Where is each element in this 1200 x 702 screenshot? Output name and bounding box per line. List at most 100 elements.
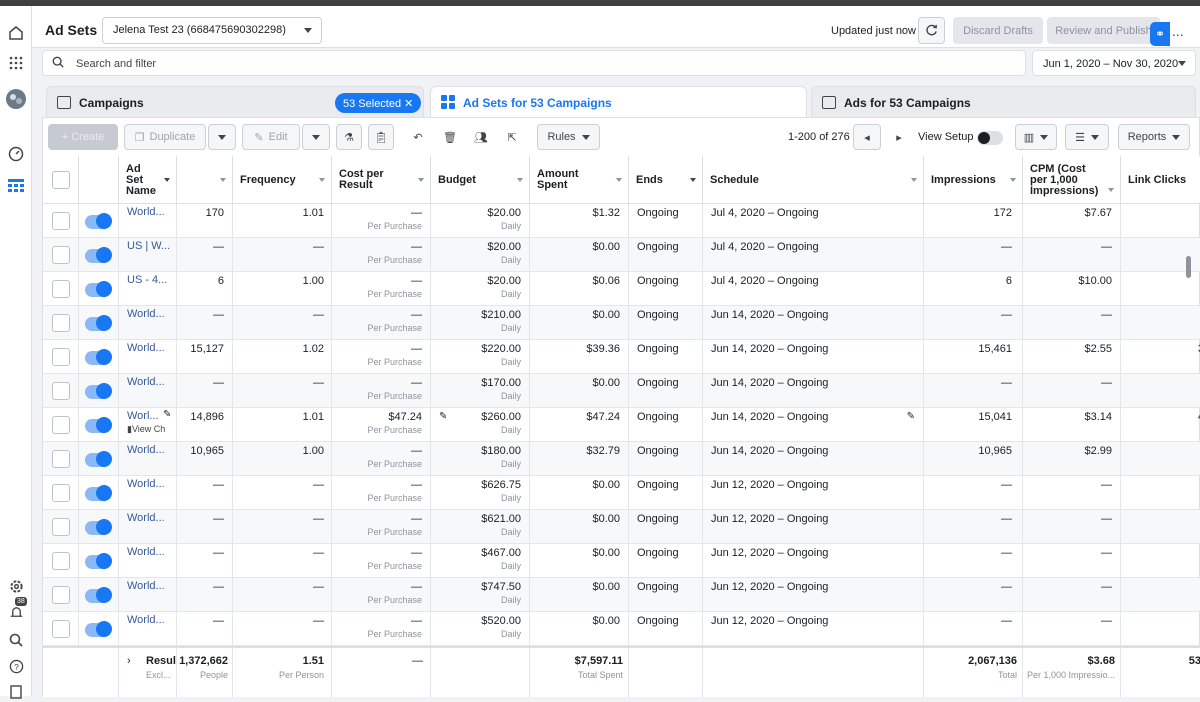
review-publish-button[interactable]: Review and Publish (1047, 17, 1160, 44)
ad-set-name-link[interactable]: World... (127, 444, 165, 456)
column-header-name[interactable]: Ad Set Name (119, 156, 177, 204)
table-row[interactable]: US | W... — — — Per Purchase $20.00 Daily $0.00… (43, 238, 1200, 272)
table-row[interactable]: Worl... ✎ ▮View Ch 14,896 1.01 $47.24 Per Purc… (43, 408, 1200, 442)
ad-set-on-off-toggle[interactable] (85, 553, 112, 569)
ad-set-on-off-toggle[interactable] (85, 519, 112, 535)
more-options-button[interactable]: ... (1172, 23, 1184, 39)
undo-icon[interactable]: ↶ (406, 124, 430, 150)
settings-gear-icon[interactable] (6, 576, 26, 596)
row-checkbox[interactable] (52, 314, 70, 332)
table-row[interactable]: World... — — — Per Purchase $210.00 Daily $0.00… (43, 306, 1200, 340)
select-all-checkbox[interactable] (52, 171, 70, 189)
discard-drafts-button[interactable]: Discard Drafts (953, 17, 1043, 44)
ad-set-name-link[interactable]: World... (127, 512, 165, 524)
ad-set-on-off-toggle[interactable] (85, 247, 112, 263)
row-checkbox[interactable] (52, 620, 70, 638)
column-header-cpm[interactable]: CPM (Cost per 1,000 Impressions) (1023, 156, 1121, 204)
ad-set-on-off-toggle[interactable] (85, 485, 112, 501)
breakdown-button[interactable]: ☰ (1065, 124, 1109, 150)
view-setup-toggle[interactable] (977, 131, 1003, 145)
clipboard-icon[interactable]: 📋︎ (368, 124, 394, 150)
tab-ads[interactable]: Ads for 53 Campaigns (811, 86, 1196, 118)
ad-set-name-link[interactable]: World... (127, 206, 165, 218)
row-checkbox[interactable] (52, 586, 70, 604)
row-checkbox[interactable] (52, 382, 70, 400)
view-charts-link[interactable]: ▮View Ch (127, 424, 165, 435)
tab-campaigns[interactable]: Campaigns 53 Selected ✕ (46, 86, 424, 118)
row-checkbox[interactable] (52, 280, 70, 298)
apps-grid-icon[interactable] (6, 53, 26, 73)
ad-set-name-link[interactable]: World... (127, 614, 165, 626)
duplicate-button[interactable]: ❐ Duplicate (124, 124, 206, 150)
column-header-frequency[interactable]: Frequency (233, 156, 332, 204)
ab-test-flask-icon[interactable]: ⚗ (336, 124, 362, 150)
table-row[interactable]: World... — — — Per Purchase $170.00 Daily $0.00… (43, 374, 1200, 408)
ad-set-name-link[interactable]: World... (127, 580, 165, 592)
table-row[interactable]: World... — — — Per Purchase $747.50 Daily $0.00… (43, 578, 1200, 612)
row-checkbox[interactable] (52, 552, 70, 570)
row-checkbox[interactable] (52, 484, 70, 502)
help-icon[interactable]: ? (6, 656, 26, 676)
row-checkbox[interactable] (52, 518, 70, 536)
ad-set-on-off-toggle[interactable] (85, 417, 112, 433)
column-header-budget[interactable]: Budget (431, 156, 530, 204)
edit-dropdown-button[interactable] (302, 124, 330, 150)
column-header-schedule[interactable]: Schedule (703, 156, 924, 204)
expand-icon[interactable]: › (127, 655, 131, 667)
pencil-icon[interactable]: ✎ (907, 411, 915, 422)
ad-set-name-link[interactable]: US | W... (127, 240, 170, 252)
ad-set-name-link[interactable]: World... (127, 342, 165, 354)
notifications-bell-icon[interactable]: 38 (6, 597, 27, 622)
row-checkbox[interactable] (52, 212, 70, 230)
date-range-picker[interactable]: Jun 1, 2020 – Nov 30, 2020 (1032, 50, 1196, 76)
home-icon[interactable] (6, 23, 26, 43)
table-view-icon[interactable] (6, 176, 26, 196)
export-icon[interactable]: ⇱ (500, 124, 524, 150)
ad-set-on-off-toggle[interactable] (85, 621, 112, 637)
column-header-link-clicks[interactable]: Link Clicks (1121, 156, 1200, 204)
table-row[interactable]: US - 4... 6 1.00— Per Purchase $20.00 Daily $0… (43, 272, 1200, 306)
ad-set-on-off-toggle[interactable] (85, 315, 112, 331)
table-row[interactable]: World... 10,965 1.00— Per Purchase $180.00 Da… (43, 442, 1200, 476)
ad-set-name-link[interactable]: Worl... (127, 410, 159, 422)
table-row[interactable]: World... — — — Per Purchase $621.00 Daily $0.00… (43, 510, 1200, 544)
search-filter-bar[interactable]: Search and filter (42, 50, 1026, 76)
ad-set-name-link[interactable]: World... (127, 308, 165, 320)
column-header-ends[interactable]: Ends (629, 156, 703, 204)
next-page-button[interactable]: ▸ (885, 124, 913, 150)
table-row[interactable]: World... — — — Per Purchase $626.75 Daily $0.00… (43, 476, 1200, 510)
pencil-icon[interactable]: ✎ (163, 409, 171, 420)
column-header-amount-spent[interactable]: Amount Spent (530, 156, 629, 204)
ad-set-on-off-toggle[interactable] (85, 349, 112, 365)
pencil-icon[interactable]: ✎ (439, 411, 447, 422)
ad-set-name-link[interactable]: World... (127, 478, 165, 490)
ad-set-name-link[interactable]: World... (127, 546, 165, 558)
dashboard-gauge-icon[interactable] (6, 144, 26, 164)
column-header-impressions[interactable]: Impressions (924, 156, 1023, 204)
avatar[interactable] (6, 89, 26, 109)
search-input[interactable]: Search and filter (76, 58, 156, 70)
table-row[interactable]: World... 15,127 1.02— Per Purchase $220.00 Da… (43, 340, 1200, 374)
row-checkbox[interactable] (52, 246, 70, 264)
prev-page-button[interactable]: ◂ (853, 124, 881, 150)
trash-icon[interactable]: 🗑︎ (438, 124, 462, 150)
table-row[interactable]: World... — — — Per Purchase $520.00 Daily $0.00… (43, 612, 1200, 646)
ad-set-on-off-toggle[interactable] (85, 451, 112, 467)
refresh-button[interactable] (918, 17, 945, 44)
vertical-scrollbar[interactable] (1186, 256, 1191, 278)
column-header-reach[interactable] (177, 156, 233, 204)
reports-button[interactable]: Reports (1118, 124, 1190, 150)
duplicate-dropdown-button[interactable] (208, 124, 236, 150)
search-icon[interactable] (6, 630, 26, 650)
ad-set-on-off-toggle[interactable] (85, 213, 112, 229)
row-checkbox[interactable] (52, 348, 70, 366)
edit-button[interactable]: ✎ Edit (242, 124, 300, 150)
ad-set-name-link[interactable]: World... (127, 376, 165, 388)
audience-icon[interactable]: 👥︎ (469, 124, 493, 150)
column-header-cost-per-result[interactable]: Cost per Result (332, 156, 431, 204)
table-row[interactable]: World... 170 1.01— Per Purchase $20.00 Daily $… (43, 204, 1200, 238)
ad-set-on-off-toggle[interactable] (85, 587, 112, 603)
report-sheet-icon[interactable] (6, 682, 26, 702)
rules-button[interactable]: Rules (537, 124, 600, 150)
link-extension-icon[interactable]: ⚭ (1150, 22, 1170, 46)
